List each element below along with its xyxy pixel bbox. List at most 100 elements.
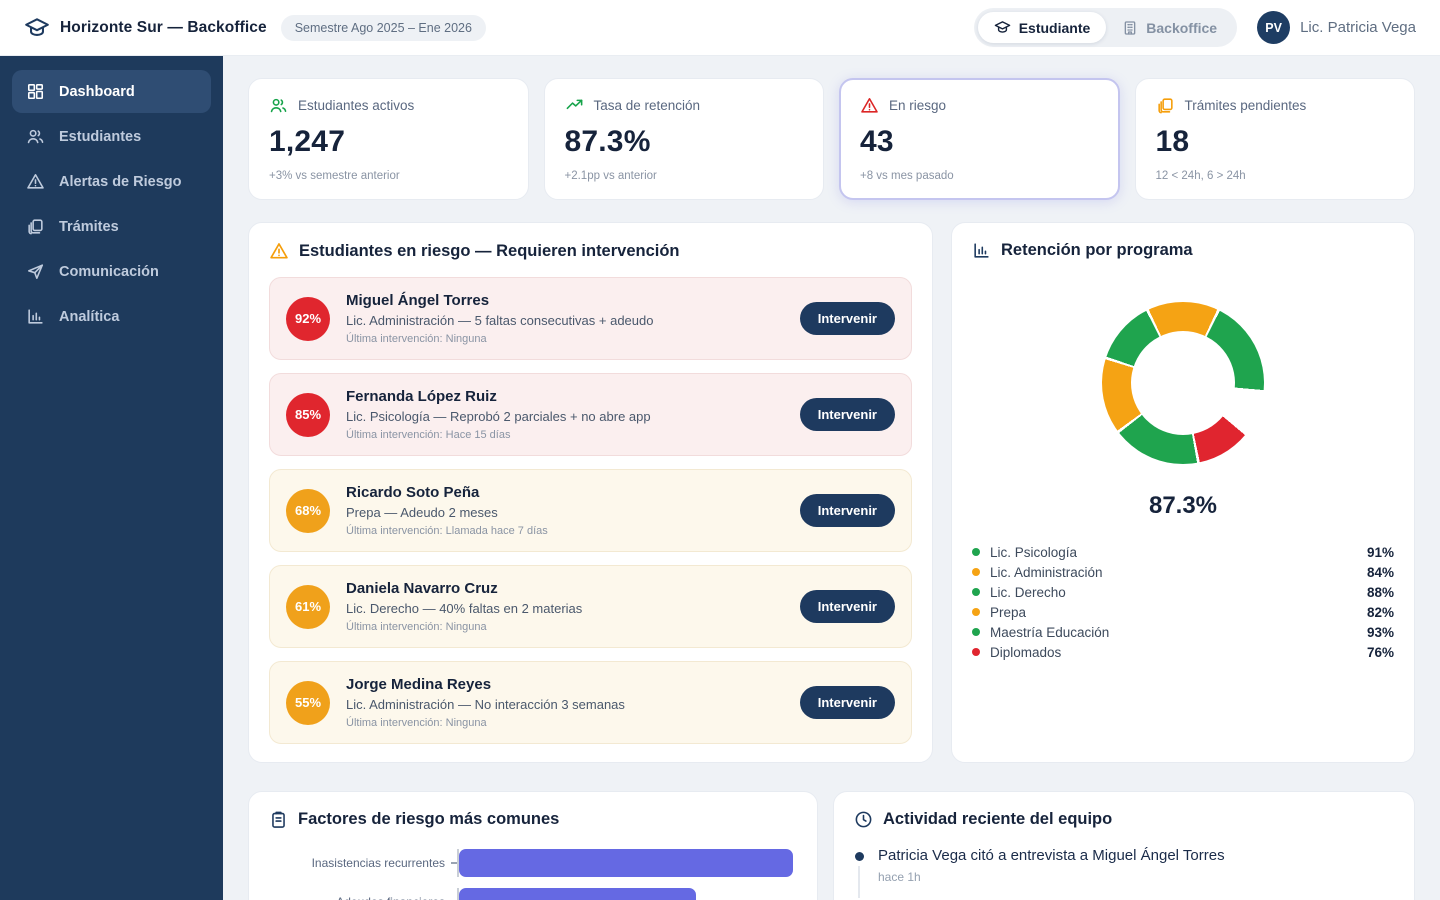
legend-label: Maestría Educación <box>990 625 1367 640</box>
risk-panel: Estudiantes en riesgo — Requieren interv… <box>248 222 933 763</box>
avatar[interactable]: PV <box>1257 11 1290 44</box>
risk-score-badge: 92% <box>286 297 330 341</box>
student-last-intervention: Última intervención: Llamada hace 7 días <box>346 525 784 537</box>
legend-row: Lic. Psicología 91% <box>972 542 1394 562</box>
toggle-estudiante-label: Estudiante <box>1019 20 1091 36</box>
view-toggle: Estudiante Backoffice <box>974 8 1237 47</box>
activity-item: Patricia Vega citó a entrevista a Miguel… <box>854 847 1394 898</box>
legend-value: 76% <box>1367 645 1394 660</box>
user-name: Lic. Patricia Vega <box>1300 19 1416 36</box>
student-name: Daniela Navarro Cruz <box>346 580 784 597</box>
kpi-row: Estudiantes activos 1,247 +3% vs semestr… <box>248 78 1415 200</box>
kpi-value: 1,247 <box>269 125 508 159</box>
clipboard-icon <box>269 810 288 829</box>
legend-label: Lic. Derecho <box>990 585 1367 600</box>
main-content: Estudiantes activos 1,247 +3% vs semestr… <box>223 56 1440 900</box>
alert-triangle-icon <box>860 96 879 115</box>
sidebar-item-label: Dashboard <box>59 84 135 100</box>
risk-row: 68% Ricardo Soto Peña Prepa — Adeudo 2 m… <box>269 469 912 552</box>
panel-title: Retención por programa <box>1001 241 1193 260</box>
risk-score-badge: 55% <box>286 681 330 725</box>
kpi-card[interactable]: En riesgo 43 +8 vs mes pasado <box>839 78 1120 200</box>
legend-label: Lic. Administración <box>990 565 1367 580</box>
building-icon <box>1122 20 1138 36</box>
legend-row: Maestría Educación 93% <box>972 622 1394 642</box>
top-header: Horizonte Sur — Backoffice Semestre Ago … <box>0 0 1440 56</box>
legend-dot <box>972 628 980 636</box>
intervene-button[interactable]: Intervenir <box>800 686 895 719</box>
student-name: Fernanda López Ruiz <box>346 388 784 405</box>
kpi-label: Tasa de retención <box>594 98 701 113</box>
student-name: Jorge Medina Reyes <box>346 676 784 693</box>
brand: Horizonte Sur — Backoffice <box>24 15 267 41</box>
kpi-card[interactable]: Trámites pendientes 18 12 < 24h, 6 > 24h <box>1135 78 1416 200</box>
kpi-label: En riesgo <box>889 98 946 113</box>
kpi-card[interactable]: Tasa de retención 87.3% +2.1pp vs anteri… <box>544 78 825 200</box>
risk-row: 92% Miguel Ángel Torres Lic. Administrac… <box>269 277 912 360</box>
legend-label: Lic. Psicología <box>990 545 1367 560</box>
kpi-value: 43 <box>860 125 1099 159</box>
trend-up-icon <box>565 96 584 115</box>
student-last-intervention: Última intervención: Hace 15 días <box>346 429 784 441</box>
bar-row: Inasistencias recurrentes <box>269 849 797 877</box>
users-icon <box>269 96 288 115</box>
kpi-delta: +8 vs mes pasado <box>860 170 1099 182</box>
factors-bar-chart: Inasistencias recurrentes Adeudos financ… <box>269 849 797 900</box>
clock-icon <box>854 810 873 829</box>
intervene-button[interactable]: Intervenir <box>800 494 895 527</box>
semester-badge: Semestre Ago 2025 – Ene 2026 <box>281 15 486 41</box>
kpi-card[interactable]: Estudiantes activos 1,247 +3% vs semestr… <box>248 78 529 200</box>
student-name: Miguel Ángel Torres <box>346 292 784 309</box>
bar-chart-icon <box>26 307 45 326</box>
toggle-estudiante[interactable]: Estudiante <box>978 12 1107 43</box>
student-detail: Lic. Derecho — 40% faltas en 2 materias <box>346 601 784 616</box>
panel-title: Estudiantes en riesgo — Requieren interv… <box>299 242 680 261</box>
timeline-line <box>858 866 860 898</box>
risk-score-badge: 85% <box>286 393 330 437</box>
intervene-button[interactable]: Intervenir <box>800 398 895 431</box>
sidebar-item-alertas[interactable]: Alertas de Riesgo <box>12 160 211 203</box>
toggle-backoffice-label: Backoffice <box>1146 20 1217 36</box>
kpi-value: 87.3% <box>565 125 804 159</box>
student-last-intervention: Última intervención: Ninguna <box>346 333 784 345</box>
intervene-button[interactable]: Intervenir <box>800 302 895 335</box>
risk-row: 85% Fernanda López Ruiz Lic. Psicología … <box>269 373 912 456</box>
legend-dot <box>972 648 980 656</box>
grid-icon <box>26 82 45 101</box>
send-icon <box>26 262 45 281</box>
sidebar-item-analitica[interactable]: Analítica <box>12 295 211 338</box>
retention-donut <box>1102 302 1264 464</box>
legend-dot <box>972 608 980 616</box>
factor-bar <box>459 888 696 900</box>
sidebar-item-dashboard[interactable]: Dashboard <box>12 70 211 113</box>
sidebar-item-comunicacion[interactable]: Comunicación <box>12 250 211 293</box>
legend-value: 84% <box>1367 565 1394 580</box>
alert-triangle-icon <box>269 241 289 261</box>
legend-value: 82% <box>1367 605 1394 620</box>
student-detail: Lic. Administración — 5 faltas consecuti… <box>346 313 784 328</box>
kpi-label: Estudiantes activos <box>298 98 414 113</box>
activity-panel: Actividad reciente del equipo Patricia V… <box>833 791 1415 900</box>
bar-chart-icon <box>972 241 991 260</box>
legend-value: 93% <box>1367 625 1394 640</box>
legend-label: Prepa <box>990 605 1367 620</box>
sidebar-item-tramites[interactable]: Trámites <box>12 205 211 248</box>
retention-legend: Lic. Psicología 91% Lic. Administración … <box>972 542 1394 662</box>
sidebar: Dashboard Estudiantes Alertas de Riesgo … <box>0 56 223 900</box>
legend-value: 91% <box>1367 545 1394 560</box>
activity-time: hace 1h <box>878 870 1225 898</box>
student-name: Ricardo Soto Peña <box>346 484 784 501</box>
legend-row: Lic. Administración 84% <box>972 562 1394 582</box>
sidebar-item-label: Trámites <box>59 219 119 235</box>
alert-triangle-icon <box>26 172 45 191</box>
toggle-backoffice[interactable]: Backoffice <box>1106 13 1233 43</box>
factor-bar <box>459 849 793 877</box>
kpi-label: Trámites pendientes <box>1185 98 1307 113</box>
sidebar-item-estudiantes[interactable]: Estudiantes <box>12 115 211 158</box>
intervene-button[interactable]: Intervenir <box>800 590 895 623</box>
legend-dot <box>972 568 980 576</box>
activity-text: Patricia Vega citó a entrevista a Miguel… <box>878 847 1225 864</box>
legend-row: Diplomados 76% <box>972 642 1394 662</box>
risk-row: 55% Jorge Medina Reyes Lic. Administraci… <box>269 661 912 744</box>
risk-list: 92% Miguel Ángel Torres Lic. Administrac… <box>269 277 912 744</box>
